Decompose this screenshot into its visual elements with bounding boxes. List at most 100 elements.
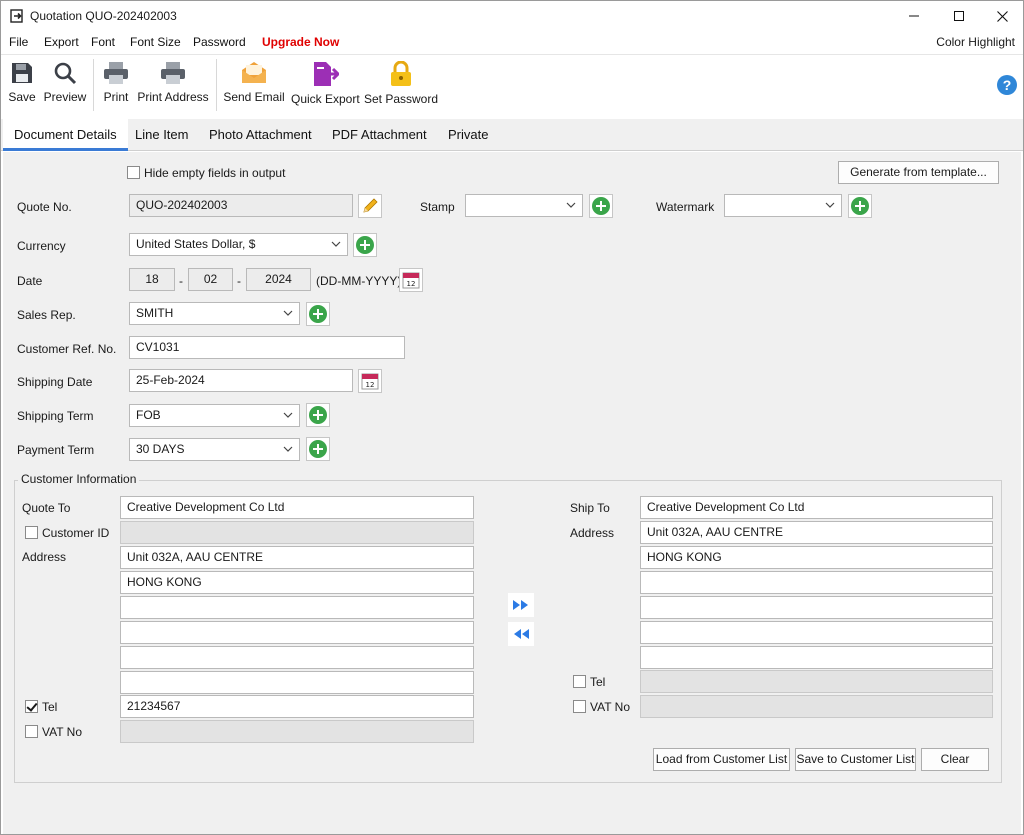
ship-address-line-4[interactable] — [640, 596, 993, 619]
ship-address-line-6[interactable] — [640, 646, 993, 669]
tab-private[interactable]: Private — [437, 119, 499, 151]
menu-upgrade-now[interactable]: Upgrade Now — [262, 35, 339, 49]
customer-id-field[interactable] — [120, 521, 474, 544]
minimize-button[interactable] — [891, 1, 937, 31]
vat-field[interactable] — [120, 720, 474, 743]
date-month-field[interactable]: 02 — [188, 268, 233, 291]
customer-ref-field[interactable]: CV1031 — [129, 336, 405, 359]
hide-empty-label: Hide empty fields in output — [144, 166, 286, 180]
tel-checkbox[interactable] — [25, 700, 38, 713]
send-email-button[interactable]: Send Email — [222, 61, 286, 113]
copy-to-ship-button[interactable] — [508, 593, 534, 617]
date-day-field[interactable]: 18 — [129, 268, 175, 291]
save-icon — [12, 63, 32, 83]
maximize-icon — [954, 11, 964, 21]
currency-select[interactable]: United States Dollar, $ — [129, 233, 348, 256]
ship-tel-label: Tel — [590, 675, 606, 689]
add-shipping-term-button[interactable] — [306, 403, 330, 427]
customer-id-label: Customer ID — [42, 526, 110, 540]
clear-button[interactable]: Clear — [921, 748, 989, 771]
close-icon — [996, 10, 1008, 22]
customer-id-checkbox[interactable] — [25, 526, 38, 539]
address-line-3[interactable] — [120, 596, 474, 619]
menu-password[interactable]: Password — [193, 35, 246, 49]
ship-address-line-1[interactable]: Unit 032A, AAU CENTRE — [640, 521, 993, 544]
tab-document-details[interactable]: Document Details — [3, 119, 128, 151]
save-label: Save — [8, 90, 36, 104]
toolbar-divider — [216, 59, 217, 111]
ship-vat-checkbox[interactable] — [573, 700, 586, 713]
quick-export-button[interactable]: Quick Export — [291, 61, 360, 113]
add-watermark-button[interactable] — [848, 194, 872, 218]
shipping-date-field[interactable]: 25-Feb-2024 — [129, 369, 353, 392]
address-line-4[interactable] — [120, 621, 474, 644]
load-from-customer-list-button[interactable]: Load from Customer List — [653, 748, 790, 771]
ship-tel-field[interactable] — [640, 670, 993, 693]
ship-address-line-2[interactable]: HONG KONG — [640, 546, 993, 569]
add-payment-term-button[interactable] — [306, 437, 330, 461]
date-separator: - — [179, 274, 183, 288]
copy-to-quote-button[interactable] — [508, 622, 534, 646]
menu-export[interactable]: Export — [44, 35, 79, 49]
maximize-button[interactable] — [936, 1, 982, 31]
svg-text:12: 12 — [407, 280, 416, 288]
ship-address-line-3[interactable] — [640, 571, 993, 594]
print-button[interactable]: Print — [101, 61, 131, 113]
color-highlight-toggle[interactable]: Color Highlight — [936, 35, 1015, 49]
date-separator: - — [237, 274, 241, 288]
quote-to-field[interactable]: Creative Development Co Ltd — [120, 496, 474, 519]
address-line-2[interactable]: HONG KONG — [120, 571, 474, 594]
tel-field[interactable]: 21234567 — [120, 695, 474, 718]
date-picker-button[interactable]: 12 — [399, 268, 423, 292]
menu-bar: File Export Font Font Size Password Upgr… — [1, 31, 1023, 53]
save-button[interactable]: Save — [7, 61, 37, 113]
add-sales-rep-button[interactable] — [306, 302, 330, 326]
ship-vat-field[interactable] — [640, 695, 993, 718]
plus-icon — [309, 406, 327, 424]
quote-no-field[interactable]: QUO-202402003 — [129, 194, 353, 217]
tab-pdf-attachment[interactable]: PDF Attachment — [321, 119, 438, 151]
plus-icon — [851, 197, 869, 215]
tab-line-item[interactable]: Line Item — [124, 119, 199, 151]
print-address-button[interactable]: Print Address — [137, 61, 209, 113]
vat-checkbox[interactable] — [25, 725, 38, 738]
ship-to-field[interactable]: Creative Development Co Ltd — [640, 496, 993, 519]
tab-photo-attachment[interactable]: Photo Attachment — [198, 119, 323, 151]
save-to-customer-list-button[interactable]: Save to Customer List — [795, 748, 916, 771]
edit-quote-no-button[interactable] — [358, 194, 382, 218]
window-title: Quotation QUO-202402003 — [30, 9, 177, 23]
generate-template-button[interactable]: Generate from template... — [838, 161, 999, 184]
address-line-5[interactable] — [120, 646, 474, 669]
watermark-select[interactable] — [724, 194, 842, 217]
rewind-icon — [514, 629, 529, 639]
shipping-term-select[interactable]: FOB — [129, 404, 300, 427]
payment-term-select[interactable]: 30 DAYS — [129, 438, 300, 461]
plus-icon — [309, 440, 327, 458]
ship-address-line-5[interactable] — [640, 621, 993, 644]
shipping-date-picker-button[interactable]: 12 — [358, 369, 382, 393]
chevron-down-icon — [283, 412, 293, 418]
address-line-6[interactable] — [120, 671, 474, 694]
preview-button[interactable]: Preview — [43, 61, 87, 113]
plus-icon — [592, 197, 610, 215]
printer-icon — [104, 62, 128, 84]
menu-font[interactable]: Font — [91, 35, 115, 49]
quick-export-label: Quick Export — [291, 92, 360, 106]
add-currency-button[interactable] — [353, 233, 377, 257]
sales-rep-label: Sales Rep. — [17, 308, 76, 322]
menu-file[interactable]: File — [9, 35, 28, 49]
set-password-button[interactable]: Set Password — [363, 61, 439, 113]
add-stamp-button[interactable] — [589, 194, 613, 218]
date-year-field[interactable]: 2024 — [246, 268, 311, 291]
stamp-select[interactable] — [465, 194, 583, 217]
menu-font-size[interactable]: Font Size — [130, 35, 181, 49]
address-line-1[interactable]: Unit 032A, AAU CENTRE — [120, 546, 474, 569]
sales-rep-value: SMITH — [136, 306, 174, 320]
payment-term-label: Payment Term — [17, 443, 95, 457]
ship-tel-checkbox[interactable] — [573, 675, 586, 688]
sales-rep-select[interactable]: SMITH — [129, 302, 300, 325]
close-button[interactable] — [979, 1, 1023, 31]
hide-empty-checkbox[interactable] — [127, 166, 140, 179]
help-icon[interactable]: ? — [997, 75, 1017, 95]
toolbar: Save Preview Print Print Address Send Em… — [1, 54, 1023, 116]
